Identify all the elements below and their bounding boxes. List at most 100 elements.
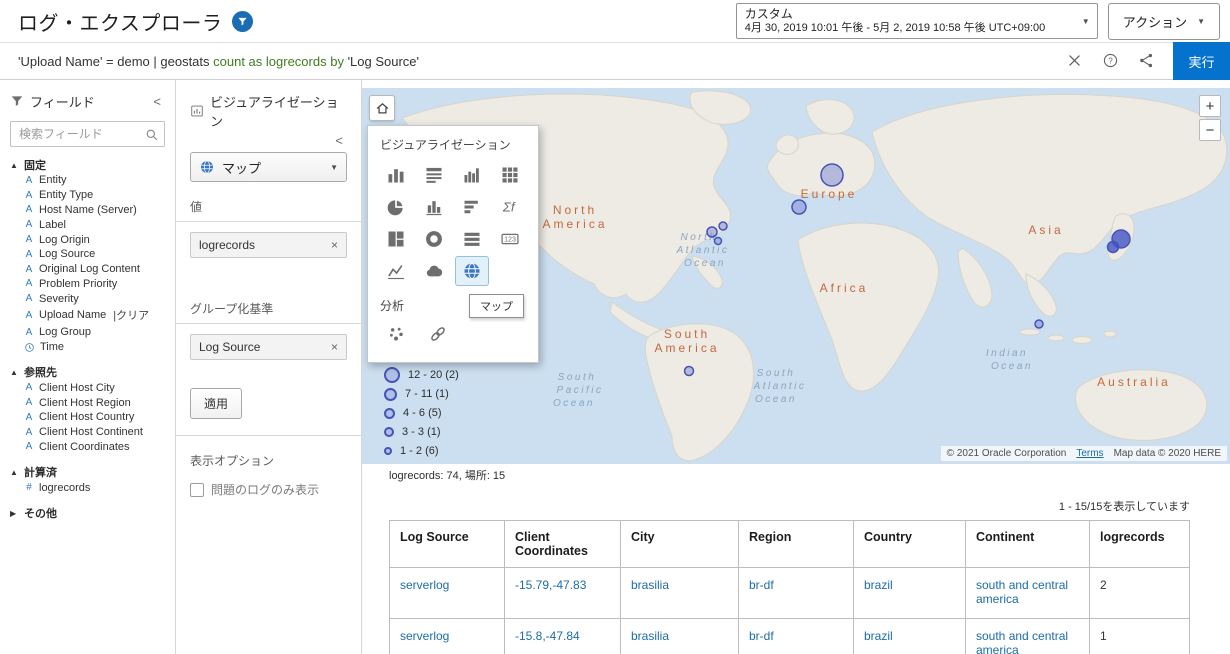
collapse-fields-icon[interactable]: < <box>149 94 165 109</box>
field-item[interactable]: #logrecords <box>10 480 165 495</box>
group-chip[interactable]: Log Source × <box>190 334 347 360</box>
table-cell-link[interactable]: brazil <box>864 578 893 592</box>
field-item[interactable]: AClient Host Continent <box>10 425 165 440</box>
table-cell-link[interactable]: south and central america <box>976 578 1068 606</box>
drop-zone[interactable] <box>190 258 347 284</box>
field-group-header[interactable]: ▲計算済 <box>10 464 165 480</box>
field-item-label: Client Host Region <box>39 397 131 409</box>
field-item[interactable]: ALabel <box>10 217 165 232</box>
table-cell-link[interactable]: south and central america <box>976 629 1068 654</box>
table-cell-link[interactable]: -15.8,-47.84 <box>515 629 580 643</box>
map-marker[interactable] <box>1035 320 1043 328</box>
table-cell-link[interactable]: br-df <box>749 629 774 643</box>
problem-logs-option[interactable]: 問題のログのみ表示 <box>190 481 347 498</box>
field-group-header[interactable]: ▲固定 <box>10 157 165 173</box>
table-cell-link[interactable]: serverlog <box>400 629 449 643</box>
map-marker[interactable] <box>1108 242 1119 253</box>
column-header[interactable]: Region <box>739 521 854 568</box>
cluster-icon[interactable] <box>380 320 412 348</box>
column-header[interactable]: logrecords <box>1090 521 1190 568</box>
field-group-header[interactable]: ▲参照先 <box>10 364 165 380</box>
legend-label: 4 - 6 (5) <box>403 407 442 419</box>
field-item[interactable]: AProblem Priority <box>10 276 165 291</box>
map-marker[interactable] <box>685 367 694 376</box>
table-cell-link[interactable]: brazil <box>864 629 893 643</box>
summary-icon[interactable]: Σf <box>494 193 526 221</box>
string-field-icon: A <box>24 204 34 215</box>
column-header[interactable]: Continent <box>966 521 1090 568</box>
remove-value-chip-icon[interactable]: × <box>325 238 338 252</box>
column-chart-icon[interactable] <box>418 193 450 221</box>
field-item[interactable]: AHost Name (Server) <box>10 203 165 218</box>
terms-link[interactable]: Terms <box>1076 448 1103 459</box>
histogram-icon[interactable] <box>456 161 488 189</box>
field-group-header[interactable]: ▶その他 <box>10 505 165 521</box>
time-range-value: 4月 30, 2019 10:01 午後 - 5月 2, 2019 10:58 … <box>745 22 1073 36</box>
donut-chart-icon[interactable] <box>418 225 450 253</box>
field-item[interactable]: ALog Group <box>10 325 165 340</box>
list-rows-icon[interactable] <box>456 225 488 253</box>
zoom-out-button[interactable]: − <box>1199 119 1221 141</box>
table-cell-link[interactable]: brasilia <box>631 578 669 592</box>
column-header[interactable]: Log Source <box>390 521 505 568</box>
field-item[interactable]: AOriginal Log Content <box>10 262 165 277</box>
problem-logs-checkbox[interactable] <box>190 483 204 497</box>
map-home-button[interactable] <box>369 95 395 121</box>
field-item[interactable]: ALog Origin <box>10 232 165 247</box>
field-item[interactable]: AClient Host Country <box>10 410 165 425</box>
map-marker[interactable] <box>707 227 717 237</box>
table-cell-link[interactable]: serverlog <box>400 578 449 592</box>
map-canvas[interactable]: NorthAmericaEuropeAsiaAfricaSouthAmerica… <box>362 88 1230 464</box>
map-marker[interactable] <box>719 222 727 230</box>
table-cell-link[interactable]: brasilia <box>631 629 669 643</box>
treemap-icon[interactable] <box>380 225 412 253</box>
map-marker[interactable] <box>792 200 806 214</box>
field-clear-link[interactable]: |クリア <box>113 307 149 323</box>
link-analysis-icon[interactable] <box>422 320 454 348</box>
column-header[interactable]: Country <box>854 521 966 568</box>
column-header[interactable]: Client Coordinates <box>505 521 621 568</box>
field-item[interactable]: ASeverity <box>10 291 165 306</box>
field-item[interactable]: AEntity <box>10 173 165 188</box>
collapse-viz-icon[interactable]: < <box>331 133 347 148</box>
field-item[interactable]: Time <box>10 340 165 355</box>
value-chip[interactable]: logrecords × <box>190 232 347 258</box>
apply-button[interactable]: 適用 <box>190 388 242 419</box>
drop-zone[interactable] <box>190 360 347 370</box>
actions-button[interactable]: アクション ▼ <box>1108 3 1220 40</box>
table-cell-link[interactable]: br-df <box>749 578 774 592</box>
numeric-icon[interactable]: 123 <box>494 225 526 253</box>
chart-type-select[interactable]: マップ ▼ <box>190 152 347 182</box>
zoom-in-button[interactable]: + <box>1199 95 1221 117</box>
help-icon[interactable]: ? <box>1102 52 1120 70</box>
share-icon[interactable] <box>1138 52 1156 70</box>
field-search-input[interactable] <box>10 121 165 147</box>
table-cell-link[interactable]: -15.79,-47.83 <box>515 578 586 592</box>
global-filter-icon[interactable] <box>232 11 253 32</box>
string-field-icon: A <box>24 219 34 230</box>
field-item[interactable]: AClient Host City <box>10 380 165 395</box>
pivot-table-icon[interactable] <box>494 161 526 189</box>
word-cloud-icon[interactable] <box>418 257 450 285</box>
map-globe-icon[interactable] <box>456 257 488 285</box>
line-chart-icon[interactable] <box>380 257 412 285</box>
column-header[interactable]: City <box>621 521 739 568</box>
query-input[interactable]: 'Upload Name' = demo | geostats count as… <box>18 54 1057 69</box>
field-item[interactable]: ALog Source <box>10 247 165 262</box>
legend-label: 12 - 20 (2) <box>408 369 459 381</box>
field-item[interactable]: AEntity Type <box>10 188 165 203</box>
clear-query-icon[interactable] <box>1066 52 1084 70</box>
field-item[interactable]: AClient Host Region <box>10 395 165 410</box>
field-item[interactable]: AUpload Name|クリア <box>10 306 165 325</box>
hbar-chart-icon[interactable] <box>456 193 488 221</box>
field-item[interactable]: AClient Coordinates <box>10 440 165 455</box>
map-marker[interactable] <box>715 238 722 245</box>
pie-chart-icon[interactable] <box>380 193 412 221</box>
bar-chart-icon[interactable] <box>380 161 412 189</box>
map-marker[interactable] <box>821 164 843 186</box>
remove-group-chip-icon[interactable]: × <box>325 340 338 354</box>
log-explorer-app: ログ・エクスプローラ カスタム 4月 30, 2019 10:01 午後 - 5… <box>0 0 1230 654</box>
time-range-picker[interactable]: カスタム 4月 30, 2019 10:01 午後 - 5月 2, 2019 1… <box>736 3 1098 40</box>
records-icon[interactable] <box>418 161 450 189</box>
run-button[interactable]: 実行 <box>1173 42 1230 80</box>
